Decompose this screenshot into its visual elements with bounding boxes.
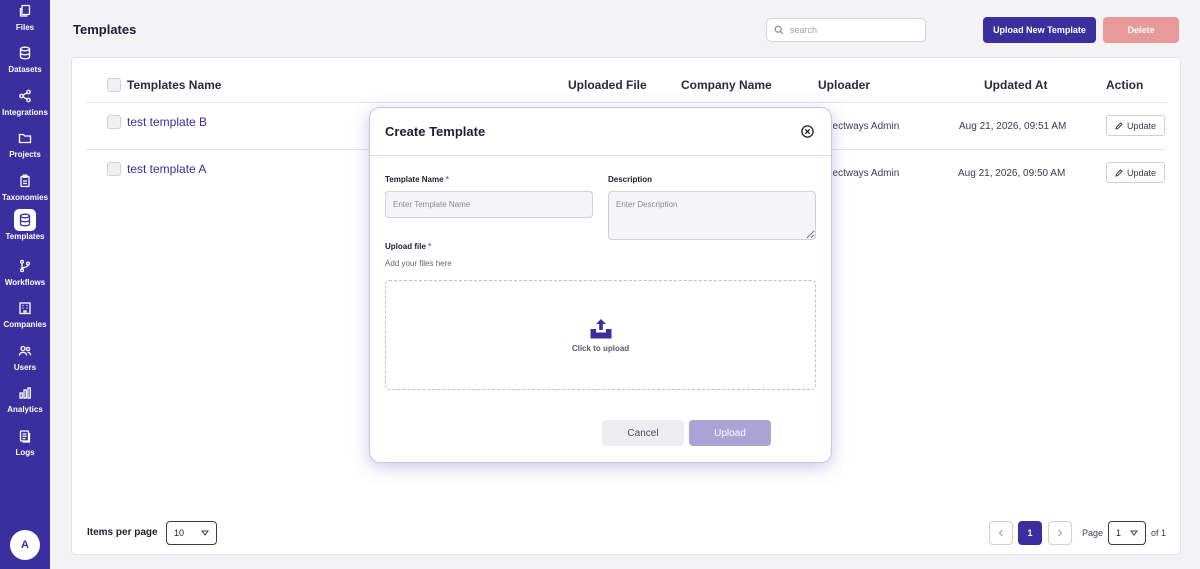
sidebar-item-label: Workflows bbox=[4, 278, 46, 287]
close-icon[interactable] bbox=[801, 125, 814, 138]
bar-chart-icon bbox=[14, 382, 36, 404]
avatar[interactable]: A bbox=[10, 530, 40, 560]
column-header-action: Action bbox=[1106, 78, 1144, 92]
update-label: Update bbox=[1126, 120, 1157, 131]
upload-icon bbox=[590, 318, 611, 338]
upload-hint: Add your files here bbox=[385, 259, 452, 268]
sidebar-item-workflows[interactable]: Workflows bbox=[0, 255, 50, 295]
description-label: Description bbox=[608, 175, 653, 184]
upload-button[interactable]: Upload bbox=[689, 420, 771, 446]
column-header-company-name: Company Name bbox=[681, 78, 772, 92]
template-name-input[interactable] bbox=[385, 191, 593, 218]
update-button[interactable]: Update bbox=[1106, 162, 1165, 183]
sidebar-item-datasets[interactable]: Datasets bbox=[0, 42, 50, 82]
column-header-uploaded-file: Uploaded File bbox=[568, 78, 647, 92]
page-select-value: 1 bbox=[1116, 528, 1122, 538]
sidebar-item-label: Projects bbox=[9, 150, 41, 159]
header-divider bbox=[86, 102, 1166, 103]
updated-at-cell: Aug 21, 2026, 09:50 AM bbox=[958, 168, 1066, 179]
modal-divider bbox=[370, 155, 831, 156]
sidebar-item-label: Files bbox=[15, 23, 35, 32]
clipboard-icon bbox=[14, 170, 36, 192]
next-page-button[interactable] bbox=[1048, 521, 1072, 545]
description-textarea[interactable] bbox=[608, 191, 816, 240]
select-all-checkbox[interactable] bbox=[107, 78, 121, 92]
sidebar-item-taxonomies[interactable]: Taxonomies bbox=[0, 170, 50, 210]
template-icon bbox=[14, 209, 36, 231]
sidebar-item-templates[interactable]: Templates bbox=[0, 209, 50, 249]
search-input[interactable] bbox=[790, 25, 910, 35]
create-template-modal: Create Template Template Name * Descript… bbox=[370, 108, 831, 462]
chevron-right-icon bbox=[1058, 529, 1063, 537]
files-icon bbox=[14, 0, 36, 22]
sidebar-item-label: Templates bbox=[5, 232, 45, 241]
items-per-page-label: Items per page bbox=[87, 527, 158, 538]
page-title: Templates bbox=[73, 22, 137, 37]
update-button[interactable]: Update bbox=[1106, 115, 1165, 136]
template-name-link[interactable]: test template B bbox=[127, 115, 207, 129]
update-label: Update bbox=[1126, 167, 1157, 178]
branch-icon bbox=[14, 255, 36, 277]
sidebar-item-label: Datasets bbox=[8, 65, 42, 74]
database-icon bbox=[14, 42, 36, 64]
search-icon bbox=[774, 25, 784, 35]
template-name-label: Template Name * bbox=[385, 175, 449, 184]
sidebar-item-label: Companies bbox=[3, 320, 47, 329]
delete-button[interactable]: Delete bbox=[1103, 17, 1179, 43]
page-label: Page bbox=[1082, 528, 1104, 538]
chevron-down-icon bbox=[201, 530, 209, 536]
column-header-updated-at: Updated At bbox=[984, 78, 1048, 92]
column-header-uploader: Uploader bbox=[818, 78, 871, 92]
sidebar-item-companies[interactable]: Companies bbox=[0, 297, 50, 337]
page-total: of 1 bbox=[1151, 528, 1167, 538]
logs-icon bbox=[14, 425, 36, 447]
pencil-icon bbox=[1115, 121, 1123, 130]
items-per-page-select[interactable]: 10 bbox=[166, 521, 217, 545]
sidebar-item-users[interactable]: Users bbox=[0, 340, 50, 380]
sidebar-item-label: Users bbox=[13, 363, 37, 372]
template-name-link[interactable]: test template A bbox=[127, 162, 206, 176]
chevron-down-icon bbox=[1130, 530, 1138, 536]
search-box[interactable] bbox=[766, 18, 926, 42]
users-icon bbox=[14, 340, 36, 362]
sidebar-item-analytics[interactable]: Analytics bbox=[0, 382, 50, 422]
file-dropzone[interactable]: Click to upload bbox=[385, 280, 816, 390]
page-1-button[interactable]: 1 bbox=[1018, 521, 1042, 545]
row-checkbox[interactable] bbox=[107, 162, 121, 176]
sidebar-item-logs[interactable]: Logs bbox=[0, 425, 50, 465]
page-select[interactable]: 1 bbox=[1108, 521, 1146, 545]
items-per-page-value: 10 bbox=[174, 528, 185, 538]
sidebar-item-projects[interactable]: Projects bbox=[0, 127, 50, 167]
share-icon bbox=[14, 85, 36, 107]
row-checkbox[interactable] bbox=[107, 115, 121, 129]
sidebar-item-files[interactable]: Files bbox=[0, 0, 50, 40]
pencil-icon bbox=[1115, 168, 1123, 177]
sidebar: Files Datasets Integrations Projects Tax… bbox=[0, 0, 50, 569]
cancel-button[interactable]: Cancel bbox=[602, 420, 684, 446]
prev-page-button[interactable] bbox=[989, 521, 1013, 545]
building-icon bbox=[14, 297, 36, 319]
column-header-templates-name: Templates Name bbox=[127, 78, 222, 92]
chevron-left-icon bbox=[998, 529, 1003, 537]
sidebar-item-label: Logs bbox=[15, 448, 35, 457]
sidebar-item-label: Analytics bbox=[7, 405, 43, 414]
dropzone-text: Click to upload bbox=[571, 343, 630, 353]
sidebar-item-label: Taxonomies bbox=[1, 193, 49, 202]
sidebar-item-integrations[interactable]: Integrations bbox=[0, 85, 50, 125]
sidebar-item-label: Integrations bbox=[2, 108, 48, 117]
modal-title: Create Template bbox=[385, 124, 486, 139]
upload-new-template-button[interactable]: Upload New Template bbox=[983, 17, 1096, 43]
upload-file-label: Upload file * bbox=[385, 242, 432, 251]
updated-at-cell: Aug 21, 2026, 09:51 AM bbox=[959, 121, 1067, 132]
folder-icon bbox=[14, 127, 36, 149]
